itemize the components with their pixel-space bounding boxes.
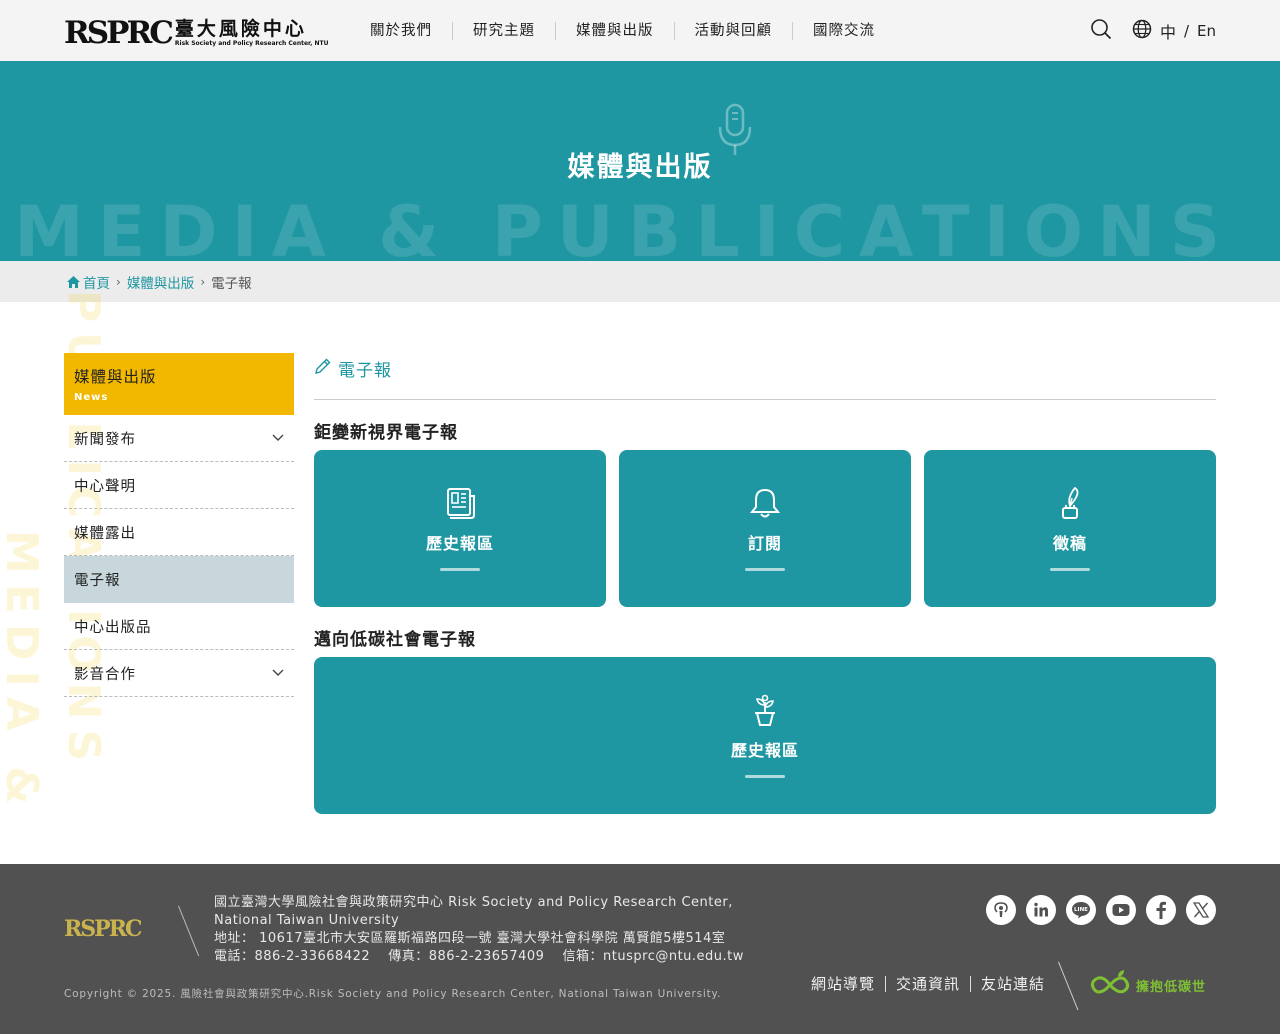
- card-underline: [745, 775, 785, 778]
- x-icon[interactable]: [1186, 895, 1216, 925]
- main-nav: 關於我們 研究主題 媒體與出版 活動與回顧 國際交流: [350, 0, 895, 61]
- sidebar-item-label: 中心出版品: [74, 619, 152, 636]
- site-header: RSPRC 臺大風險中心 Risk Society and Policy Res…: [0, 0, 1280, 61]
- sidebar-item-label: 新聞發布: [74, 431, 136, 448]
- breadcrumb: 首頁 › 媒體與出版 › 電子報: [0, 261, 1280, 302]
- sidebar-item-publications[interactable]: 中心出版品: [64, 603, 294, 650]
- chevron-down-icon: [272, 430, 284, 446]
- breadcrumb-home[interactable]: 首頁: [83, 272, 110, 292]
- card-label: 歷史報區: [730, 741, 799, 760]
- footer-link-sitemap[interactable]: 網站導覽: [801, 976, 885, 992]
- sidebar-item-label: 媒體露出: [74, 525, 136, 542]
- footer-links: 網站導覽 交通資訊 友站連結: [801, 976, 1055, 992]
- sidebar-item-news-release[interactable]: 新聞發布: [64, 415, 294, 462]
- divider: [178, 905, 200, 957]
- footer-link-transport[interactable]: 交通資訊: [884, 976, 970, 992]
- low-carbon-badge[interactable]: 擁抱低碳世: [1088, 969, 1206, 1001]
- logo-chinese-name: 臺大風險中心: [174, 18, 307, 40]
- lang-separator: /: [1183, 21, 1190, 40]
- page-banner: MEDIA & PUBLICATIONS 媒體與出版: [0, 61, 1280, 261]
- sidebar-header: 媒體與出版 News: [64, 353, 294, 415]
- card-archive[interactable]: 歷史報區: [314, 450, 606, 607]
- footer-org-name: 國立臺灣大學風險社會與政策研究中心 Risk Society and Polic…: [214, 895, 733, 910]
- chevron-down-icon: [272, 665, 284, 681]
- linkedin-icon[interactable]: [1026, 895, 1056, 925]
- logo-mark: RSPRC: [64, 15, 174, 51]
- footer-contact-info: 國立臺灣大學風險社會與政策研究中心 Risk Society and Polic…: [214, 894, 744, 966]
- main-content: 電子報 鉅變新視界電子報 歷史報區 訂閱 徵稿 邁向低碳社會電子報 歷史報區: [314, 353, 1216, 814]
- card-label: 徵稿: [1052, 534, 1087, 553]
- infinity-leaf-icon: [1088, 969, 1132, 1001]
- search-icon[interactable]: [1090, 18, 1112, 44]
- line-icon[interactable]: LINE: [1066, 895, 1096, 925]
- home-icon[interactable]: [66, 275, 81, 289]
- sidebar-item-newsletter[interactable]: 電子報: [64, 556, 294, 603]
- social-links: LINE: [986, 895, 1216, 925]
- nav-events[interactable]: 活動與回顧: [673, 21, 793, 40]
- sidebar-item-av-collab[interactable]: 影音合作: [64, 650, 294, 697]
- page-title: 電子報: [338, 360, 392, 381]
- newspaper-icon: [443, 486, 477, 524]
- card-underline: [440, 568, 480, 571]
- site-logo[interactable]: RSPRC 臺大風險中心 Risk Society and Policy Res…: [64, 14, 329, 51]
- sidebar-item-label: 中心聲明: [74, 478, 136, 495]
- facebook-icon[interactable]: [1146, 895, 1176, 925]
- footer-phone-fax-email: 電話：886-2-33668422 傳真：886-2-23657409 信箱：n…: [214, 949, 744, 964]
- chevron-right-icon: ›: [200, 274, 206, 289]
- podcast-icon[interactable]: [986, 895, 1016, 925]
- sidebar-item-label: 影音合作: [74, 666, 136, 683]
- divider: [314, 399, 1216, 400]
- breadcrumb-parent[interactable]: 媒體與出版: [127, 272, 195, 292]
- sidebar-item-statements[interactable]: 中心聲明: [64, 462, 294, 509]
- sidebar: 媒體與出版 News 新聞發布 中心聲明 媒體露出 電子報 中心出版品 影音合作: [64, 353, 294, 697]
- bell-icon: [748, 486, 782, 524]
- card-label: 歷史報區: [425, 534, 494, 553]
- nav-research[interactable]: 研究主題: [452, 21, 555, 40]
- quill-icon: [1053, 486, 1087, 524]
- card-low-carbon-archive[interactable]: 歷史報區: [314, 657, 1216, 814]
- svg-text:LINE: LINE: [1074, 907, 1088, 913]
- sidebar-title: 媒體與出版: [74, 368, 157, 386]
- pencil-icon: [314, 357, 332, 380]
- footer-org-name-cont: National Taiwan University: [214, 913, 400, 928]
- card-subscribe[interactable]: 訂閱: [619, 450, 911, 607]
- chevron-right-icon: ›: [116, 274, 121, 289]
- page-heading: 電子報: [314, 353, 1216, 383]
- card-label: 訂閱: [747, 534, 782, 553]
- banner-title: 媒體與出版: [567, 152, 713, 183]
- footer-logo[interactable]: RSPRC: [64, 916, 143, 942]
- globe-icon: [1132, 19, 1152, 43]
- divider: [1058, 961, 1079, 1011]
- section-title-transformation: 鉅變新視界電子報: [314, 423, 458, 443]
- sidebar-subtitle: News: [74, 392, 109, 403]
- youtube-icon[interactable]: [1106, 895, 1136, 925]
- card-underline: [1050, 568, 1090, 571]
- section-title-low-carbon: 邁向低碳社會電子報: [314, 630, 476, 650]
- nav-about[interactable]: 關於我們: [350, 22, 452, 40]
- logo-english-name: Risk Society and Policy Research Center,…: [174, 40, 329, 47]
- card-underline: [745, 568, 785, 571]
- breadcrumb-current: 電子報: [211, 275, 252, 292]
- footer-address: 地址： 10617臺北市大安區羅斯福路四段一號 臺灣大學社會科學院 萬賢館5樓5…: [214, 931, 726, 946]
- sidebar-item-media-exposure[interactable]: 媒體露出: [64, 509, 294, 556]
- nav-media[interactable]: 媒體與出版: [555, 21, 674, 40]
- logo-text: 臺大風險中心 Risk Society and Policy Research …: [175, 18, 329, 48]
- nav-international[interactable]: 國際交流: [792, 21, 895, 40]
- header-tools: 中 / En: [1090, 0, 1216, 61]
- card-call-for-papers[interactable]: 徵稿: [924, 450, 1216, 607]
- decor-vertical-media: MEDIA &: [0, 530, 47, 815]
- language-switch: 中 / En: [1132, 19, 1216, 43]
- lang-en-link[interactable]: En: [1197, 22, 1216, 40]
- footer-link-partners[interactable]: 友站連結: [969, 976, 1055, 992]
- sidebar-item-label: 電子報: [74, 572, 121, 589]
- footer-copyright: Copyright © 2025. 風險社會與政策研究中心.Risk Socie…: [64, 988, 722, 1000]
- lang-zh-link[interactable]: 中: [1160, 19, 1176, 43]
- low-carbon-badge-text: 擁抱低碳世: [1136, 979, 1207, 995]
- plant-icon: [750, 693, 780, 731]
- site-footer: RSPRC 國立臺灣大學風險社會與政策研究中心 Risk Society and…: [0, 864, 1280, 1034]
- banner-watermark-text: MEDIA & PUBLICATIONS: [14, 191, 1235, 261]
